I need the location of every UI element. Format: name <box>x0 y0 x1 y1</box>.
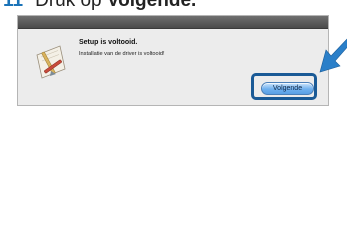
step-action: Volgende. <box>106 0 197 11</box>
dialog-title: Setup is voltooid. <box>79 39 138 46</box>
step-header: 11 Druk op Volgende. <box>0 0 196 12</box>
dialog-titlebar <box>18 16 328 29</box>
setup-complete-dialog: Setup is voltooid. Installatie van de dr… <box>17 15 329 106</box>
dialog-message: Installatie van de driver is voltooid! <box>79 51 165 57</box>
step-instruction: Druk op Volgende. <box>35 0 196 12</box>
step-prefix: Druk op <box>35 0 107 11</box>
installer-package-icon <box>36 45 66 79</box>
instruction-page: 11 Druk op Volgende. Setup is voltooid. … <box>0 0 347 250</box>
arrow-pointer-icon <box>319 38 347 73</box>
next-button[interactable]: Volgende <box>261 82 314 95</box>
step-number: 11 <box>3 0 24 11</box>
